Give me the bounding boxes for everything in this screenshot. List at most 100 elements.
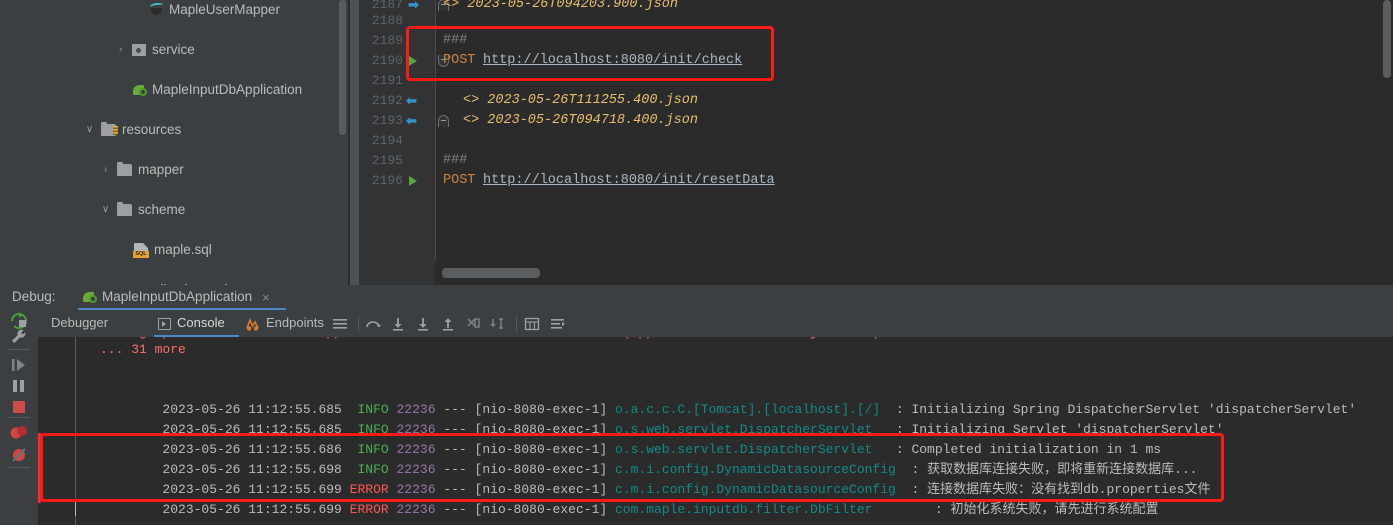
request-separator-comment: ###	[443, 153, 468, 168]
json-filename[interactable]: <> 2023-05-26T094718.400.json	[463, 111, 698, 131]
http-method-post: POST	[443, 173, 476, 188]
console-log-line: 2023-05-26 11:12:55.686 INFO 22236 --- […	[162, 442, 1162, 457]
hamburger-icon[interactable]	[332, 317, 348, 331]
folder-icon	[117, 162, 132, 176]
log-timestamp: 2023-05-26 11:12:55.699	[162, 502, 342, 517]
console-caret-guide	[75, 337, 76, 525]
blue-arrow-left-icon[interactable]: ⬅	[406, 94, 424, 108]
debug-panel-label: Debug:	[12, 289, 56, 304]
console-stacktrace-more: ... 31 more	[100, 342, 186, 357]
tree-item-mapper[interactable]: › mapper	[0, 160, 348, 180]
tab-debugger[interactable]: Debugger	[51, 315, 108, 333]
stop-icon[interactable]	[8, 397, 30, 417]
editor-vertical-scrollbar[interactable]	[1383, 0, 1391, 78]
run-request-icon[interactable]	[409, 56, 417, 66]
line-number: 2189	[371, 33, 403, 48]
tab-console[interactable]: Console	[177, 315, 225, 333]
json-filename[interactable]: <> 2023-05-26T111255.400.json	[463, 91, 698, 111]
editor-line[interactable]: 2193 ⬅ <> 2023-05-26T094718.400.json	[359, 111, 1393, 131]
run-to-cursor-icon[interactable]	[490, 317, 506, 331]
console-icon	[158, 318, 171, 330]
editor-horizontal-scroll-track	[435, 261, 1393, 285]
toolbar-divider	[8, 467, 30, 468]
http-url-resetdata[interactable]: http://localhost:8080/init/resetData	[483, 171, 775, 191]
step-over-icon[interactable]	[365, 317, 381, 331]
console-log-line: 2023-05-26 11:12:55.685 INFO 22236 --- […	[162, 422, 1224, 437]
evaluate-icon[interactable]	[524, 317, 540, 331]
console-error-marker	[38, 433, 41, 503]
line-number: 2190	[371, 53, 403, 68]
resources-folder-icon	[101, 122, 118, 136]
editor-left-strip	[350, 0, 359, 285]
tree-item-label: MapleInputDbApplication	[152, 82, 303, 97]
pause-icon[interactable]	[8, 376, 30, 396]
editor-line[interactable]: 2191	[359, 71, 1393, 91]
tree-item-label: service	[152, 42, 195, 57]
fold-marker-icon[interactable]	[438, 115, 449, 127]
tree-item-maple-sql[interactable]: maple.sql	[0, 240, 348, 260]
http-method-post: POST	[443, 53, 476, 68]
spring-boot-icon	[82, 290, 97, 304]
console-log-line-datasource-retry: 2023-05-26 11:12:55.698 INFO 22236 --- […	[162, 462, 1198, 477]
top-area: MapleUserMapper › service MapleInputDbAp…	[0, 0, 1393, 285]
console-log-line: 2023-05-26 11:12:55.685 INFO 22236 --- […	[162, 402, 1357, 417]
line-number: 2193	[371, 113, 403, 128]
debug-header: Debug: MapleInputDbApplication ×	[0, 285, 1393, 311]
request-separator-comment: ###	[443, 33, 468, 48]
http-url-check[interactable]: http://localhost:8080/init/check	[483, 51, 742, 71]
log-pid: 22236	[396, 502, 436, 517]
settings-wrench-icon[interactable]	[8, 327, 30, 347]
tree-item-mapleinputdbapplication[interactable]: MapleInputDbApplication	[0, 80, 348, 100]
tree-vertical-scrollbar[interactable]	[339, 0, 346, 135]
log-level: ERROR	[349, 502, 389, 517]
console-log-line-init-failed: 2023-05-26 11:12:55.699 ERROR 22236 --- …	[162, 502, 1159, 517]
settings-icon[interactable]	[550, 317, 566, 331]
chevron-right-icon[interactable]: ›	[115, 40, 126, 60]
chevron-down-icon[interactable]: ∨	[100, 200, 111, 220]
step-out-icon[interactable]	[440, 317, 456, 331]
editor-horizontal-scrollbar[interactable]	[442, 268, 540, 278]
editor-line[interactable]: 2195 ###	[359, 151, 1393, 171]
editor-line[interactable]: 2188	[359, 11, 1393, 31]
blue-arrow-left-icon[interactable]: ⬅	[406, 114, 424, 128]
chevron-right-icon[interactable]: ›	[100, 160, 111, 180]
mute-breakpoints-icon[interactable]	[8, 445, 30, 465]
close-icon[interactable]: ×	[262, 290, 270, 305]
toolbar-divider	[516, 316, 517, 332]
project-tree-panel[interactable]: MapleUserMapper › service MapleInputDbAp…	[0, 0, 348, 285]
debug-left-toolbar[interactable]	[0, 311, 38, 525]
tree-item-resources[interactable]: ∨ resources	[0, 120, 348, 140]
console-log-line-db-properties-missing: 2023-05-26 11:12:55.699 ERROR 22236 --- …	[162, 482, 1211, 497]
editor-line[interactable]: 2189 ###	[359, 31, 1393, 51]
tree-item-mapleusermapper[interactable]: MapleUserMapper	[0, 0, 348, 20]
debug-tab-mapleinputdbapplication[interactable]: MapleInputDbApplication ×	[78, 285, 286, 311]
debug-tool-window: Debug: MapleInputDbApplication × Debugge…	[0, 285, 1393, 525]
view-breakpoints-icon[interactable]	[8, 423, 30, 443]
active-tab-underline	[78, 308, 286, 310]
tree-item-service[interactable]: › service	[0, 40, 348, 60]
editor-line-check-request[interactable]: 2190 POST http://localhost:8080/init/che…	[359, 51, 1393, 71]
tab-endpoints[interactable]: Endpoints	[266, 315, 324, 333]
editor-line-resetdata-request[interactable]: 2196 POST http://localhost:8080/init/res…	[359, 171, 1393, 191]
tree-item-label: MapleUserMapper	[169, 2, 281, 17]
debug-tab-label: MapleInputDbApplication	[102, 289, 253, 304]
editor-line[interactable]: 2192 ⬅ <> 2023-05-26T111255.400.json	[359, 91, 1393, 111]
tree-item-scheme[interactable]: ∨ scheme	[0, 200, 348, 220]
http-editor[interactable]: 2187 ➡ <> 2023-05-26T094203.900.json 218…	[359, 0, 1393, 285]
sql-file-icon	[133, 243, 149, 258]
line-number: 2196	[371, 173, 403, 188]
toolbar-divider	[8, 417, 30, 418]
editor-line[interactable]: 2194	[359, 131, 1393, 151]
chevron-down-icon[interactable]: ∨	[84, 120, 95, 140]
toolbar-divider	[8, 349, 30, 350]
run-request-icon[interactable]	[409, 176, 417, 186]
folder-icon	[117, 202, 132, 216]
drop-frame-icon[interactable]	[465, 317, 481, 331]
debug-toolstrip[interactable]: Debugger Console Endpoints	[38, 311, 1393, 337]
console-output[interactable]: at org.apache.catalina.core.ApplicationF…	[38, 337, 1393, 525]
line-number: 2192	[371, 93, 403, 108]
resume-icon[interactable]	[8, 355, 30, 375]
step-into-icon[interactable]	[390, 317, 406, 331]
toolbar-divider	[358, 316, 359, 332]
force-step-into-icon[interactable]	[415, 317, 431, 331]
